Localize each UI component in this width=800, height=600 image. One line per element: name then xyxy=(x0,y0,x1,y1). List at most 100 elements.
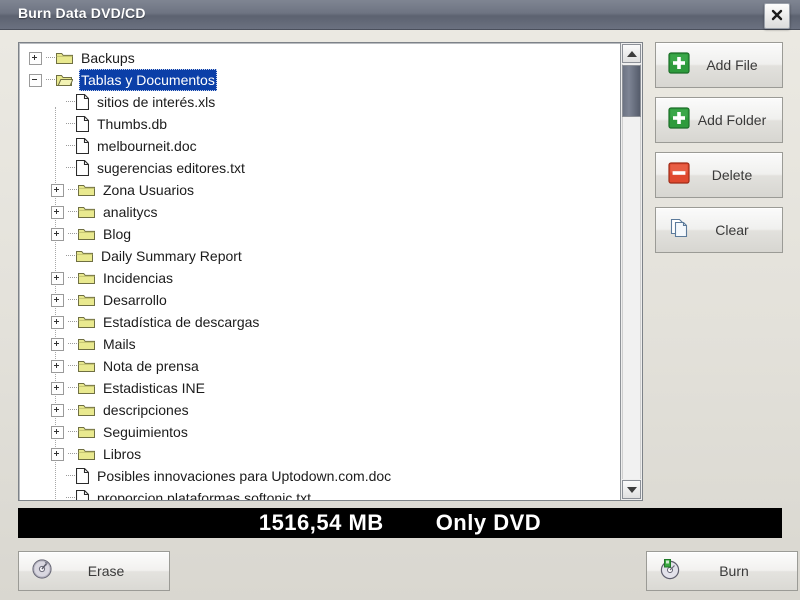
folder-icon xyxy=(78,383,95,394)
tree-row[interactable]: Blog xyxy=(19,223,619,245)
tree-row-label: Incidencias xyxy=(103,270,174,286)
tree-row-label: Tablas y Documentos xyxy=(79,69,217,91)
file-icon xyxy=(76,116,89,132)
erase-button[interactable]: Erase xyxy=(18,551,170,591)
expand-icon[interactable] xyxy=(51,315,64,329)
add-folder-button-label: Add Folder xyxy=(697,112,767,128)
tree-row[interactable]: descripciones xyxy=(19,399,619,421)
tree-row[interactable]: Seguimientos xyxy=(19,421,619,443)
media-mode-label: Only DVD xyxy=(435,510,542,535)
expand-icon[interactable] xyxy=(51,337,64,351)
tree-connector xyxy=(66,497,75,499)
clear-button[interactable]: Clear xyxy=(655,207,783,253)
file-tree-viewport: Backups Tablas y Documentos sitios de inte… xyxy=(19,43,619,500)
tree-row[interactable]: melbourneit.doc xyxy=(19,135,619,157)
folder-icon xyxy=(78,295,95,306)
file-tree-panel[interactable]: Backups Tablas y Documentos sitios de inte… xyxy=(18,42,643,501)
expand-icon[interactable] xyxy=(51,205,64,219)
tree-row-label: Libros xyxy=(103,446,142,462)
close-button[interactable] xyxy=(764,3,790,29)
tree-row[interactable]: Backups xyxy=(19,47,619,69)
add-file-button-label: Add File xyxy=(706,57,758,73)
tree-connector xyxy=(46,57,55,59)
expand-icon[interactable] xyxy=(51,359,64,373)
burn-button[interactable]: Burn xyxy=(646,551,798,591)
window-title: Burn Data DVD/CD xyxy=(18,5,146,21)
folder-icon xyxy=(78,339,95,350)
folder-icon xyxy=(78,361,95,372)
file-icon xyxy=(76,468,89,484)
tree-row[interactable]: Nota de prensa xyxy=(19,355,619,377)
tree-row-label: Daily Summary Report xyxy=(101,248,242,264)
expand-icon[interactable] xyxy=(51,381,64,395)
tree-row-label: Mails xyxy=(103,336,136,352)
folder-icon xyxy=(78,317,95,328)
expand-icon[interactable] xyxy=(51,183,64,197)
tree-row[interactable]: proporcion plataformas softonic.txt xyxy=(19,487,619,500)
tree-row-label: Thumbs.db xyxy=(97,116,168,132)
tree-row-label: Blog xyxy=(103,226,132,242)
close-icon xyxy=(771,9,783,21)
collapse-icon[interactable] xyxy=(29,73,42,87)
file-icon xyxy=(76,160,89,176)
tree-row[interactable]: analitycs xyxy=(19,201,619,223)
add-green-plus-icon xyxy=(668,51,690,74)
file-icon xyxy=(76,138,89,154)
tree-row[interactable]: Mails xyxy=(19,333,619,355)
scrollbar-track[interactable] xyxy=(622,64,641,479)
tree-row[interactable]: Incidencias xyxy=(19,267,619,289)
scrollbar-thumb[interactable] xyxy=(622,65,641,117)
tree-row[interactable]: Posibles innovaciones para Uptodown.com.… xyxy=(19,465,619,487)
tree-connector xyxy=(66,255,75,257)
tree-row[interactable]: Estadística de descargas xyxy=(19,311,619,333)
tree-row[interactable]: Tablas y Documentos xyxy=(19,69,619,91)
tree-row[interactable]: Estadisticas INE xyxy=(19,377,619,399)
tree-row[interactable]: sitios de interés.xls xyxy=(19,91,619,113)
folder-icon xyxy=(78,207,95,218)
scroll-up-button[interactable] xyxy=(622,44,641,63)
tree-connector xyxy=(68,365,77,367)
expand-icon[interactable] xyxy=(51,425,64,439)
add-folder-button[interactable]: Add Folder xyxy=(655,97,783,143)
tree-connector xyxy=(66,167,75,169)
tree-row-label: Desarrollo xyxy=(103,292,167,308)
delete-button[interactable]: Delete xyxy=(655,152,783,198)
tree-row[interactable]: Zona Usuarios xyxy=(19,179,619,201)
tree-row[interactable]: Desarrollo xyxy=(19,289,619,311)
burn-button-label: Burn xyxy=(719,563,749,579)
expand-icon[interactable] xyxy=(51,227,64,241)
tree-row[interactable]: Libros xyxy=(19,443,619,465)
tree-connector xyxy=(66,475,75,477)
tree-connector xyxy=(68,277,77,279)
add-file-button[interactable]: Add File xyxy=(655,42,783,88)
tree-row-label: Nota de prensa xyxy=(103,358,199,374)
tree-row-label: sitios de interés.xls xyxy=(97,94,216,110)
expand-icon[interactable] xyxy=(51,447,64,461)
tree-row[interactable]: Thumbs.db xyxy=(19,113,619,135)
expand-icon[interactable] xyxy=(29,51,42,65)
tree-row-label: Posibles innovaciones para Uptodown.com.… xyxy=(97,468,392,484)
tree-connector xyxy=(68,431,77,433)
folder-icon xyxy=(78,427,95,438)
delete-red-minus-icon xyxy=(668,161,690,189)
tree-connector xyxy=(68,387,77,389)
expand-icon[interactable] xyxy=(51,293,64,307)
tree-connector xyxy=(68,233,77,235)
tree-row[interactable]: sugerencias editores.txt xyxy=(19,157,619,179)
folder-icon xyxy=(78,449,95,460)
scroll-down-button[interactable] xyxy=(622,480,641,499)
burn-dialog-window: Burn Data DVD/CD Backups Tablas y Documen… xyxy=(0,0,800,600)
expand-icon[interactable] xyxy=(51,271,64,285)
tree-connector xyxy=(66,145,75,147)
folder-icon xyxy=(76,251,93,262)
tree-connector xyxy=(68,299,77,301)
tree-connector xyxy=(68,343,77,345)
tree-scrollbar[interactable] xyxy=(620,43,642,500)
tree-row[interactable]: Daily Summary Report xyxy=(19,245,619,267)
expand-icon[interactable] xyxy=(51,403,64,417)
tree-row-label: descripciones xyxy=(103,402,189,418)
